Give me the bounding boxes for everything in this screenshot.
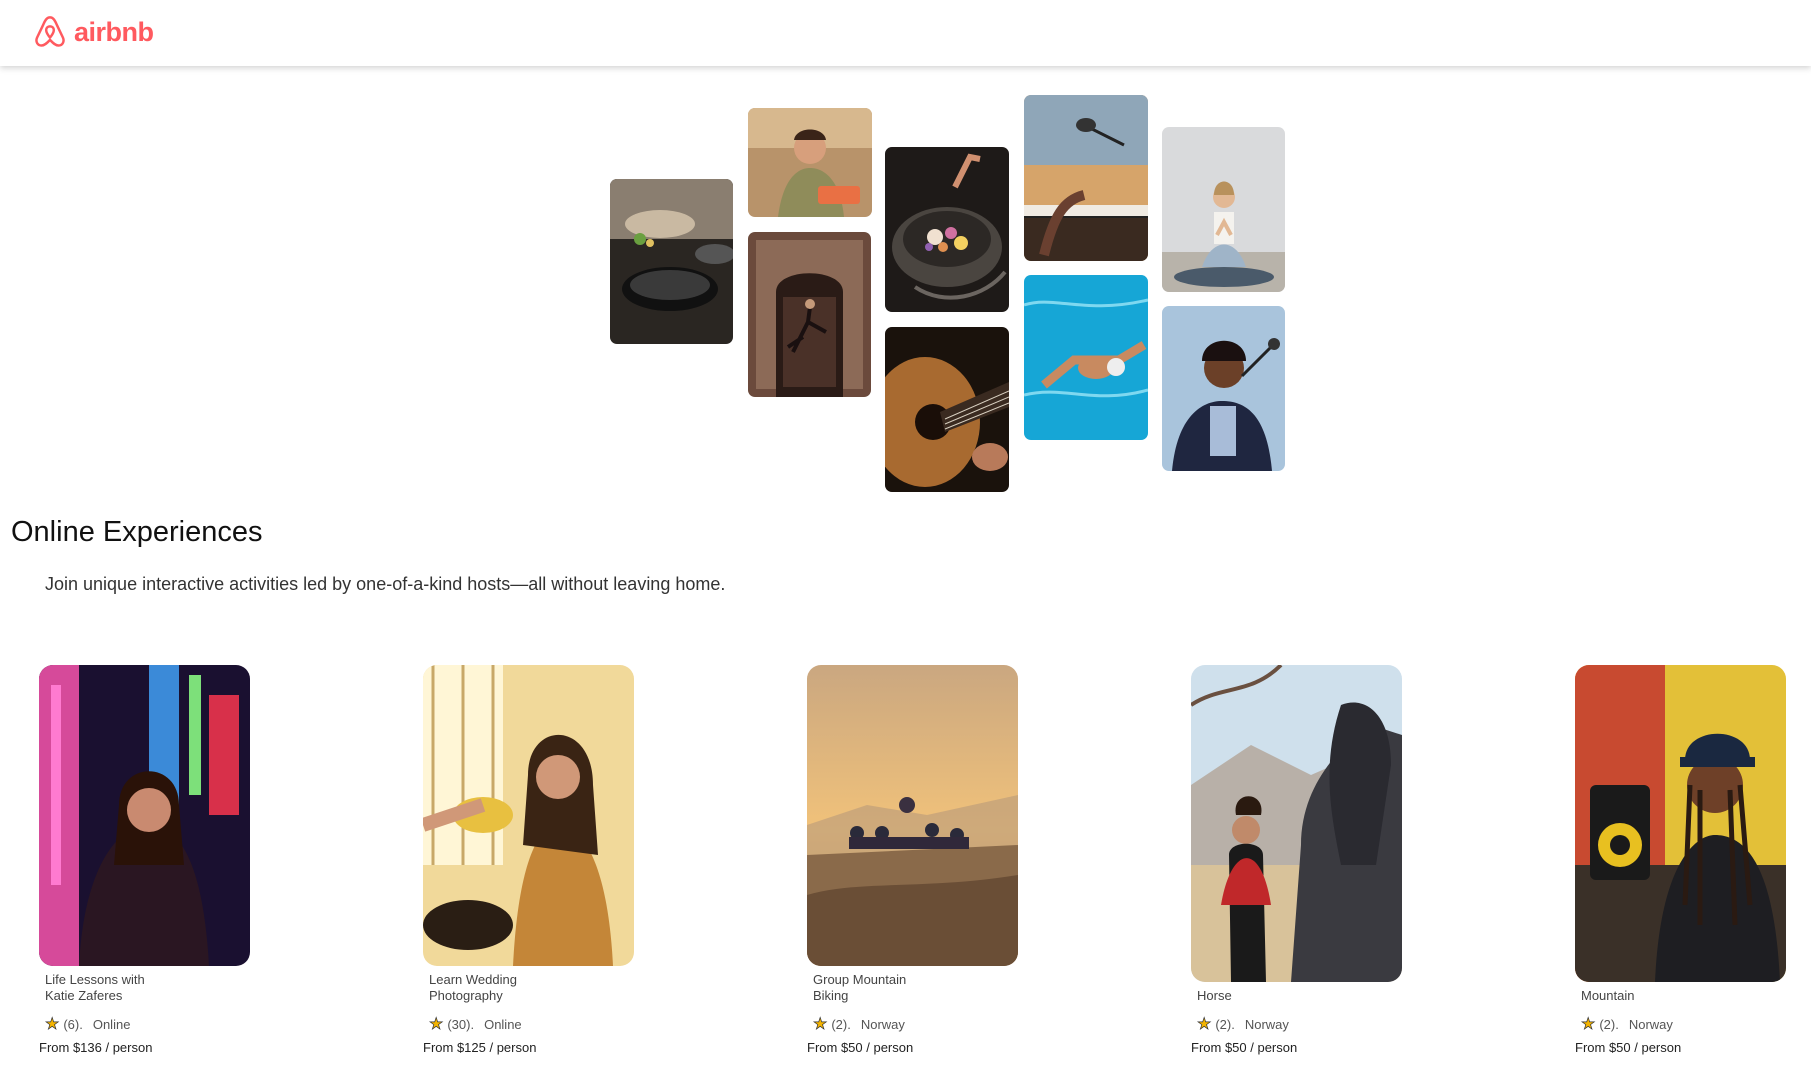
dancer-doorway-photo [748,232,871,397]
swimmer-photo [1024,275,1148,440]
card-price: From $50 / person [1191,1040,1298,1055]
star-icon: ★ [813,1016,828,1034]
star-icon: ★ [1197,1016,1212,1034]
card-meta: ★ (2). Norway [1581,1014,1805,1034]
experience-card-3[interactable]: Group Mountain Biking ★ (2). Norway From… [807,665,1037,1055]
card-meta: ★ (6). Online [45,1014,269,1034]
card-meta: ★ (30). Online [429,1014,653,1034]
card-location: Norway [1244,1016,1289,1032]
card-price: From $125 / person [423,1040,537,1055]
card-photo[interactable] [1191,665,1402,982]
card-title[interactable]: Learn Wedding Photography [429,972,549,1004]
card-photo[interactable] [39,665,250,966]
chef-woman-photo [748,108,872,217]
card-photo[interactable] [807,665,1018,966]
card-photo[interactable] [423,665,634,966]
star-icon: ★ [45,1016,60,1034]
card-photo[interactable] [1575,665,1786,982]
piano-microphone-photo [1024,95,1148,261]
experience-card-2[interactable]: Learn Wedding Photography ★ (30). Online… [423,665,653,1055]
card-title[interactable]: Mountain [1581,988,1701,1004]
cooking-pans-photo [610,179,733,344]
card-title[interactable]: Group Mountain Biking [813,972,933,1004]
section-subtitle: Join unique interactive activities led b… [45,574,726,594]
card-title[interactable]: Life Lessons with Katie Zaferes [45,972,165,1004]
star-icon: ★ [429,1016,444,1034]
brand-name: airbnb [74,16,154,47]
card-price: From $136 / person [39,1040,153,1055]
card-title[interactable]: Horse [1197,988,1317,1004]
top-navigation-bar: airbnb [0,0,1811,66]
card-meta: ★ (2). Norway [1197,1014,1421,1034]
airbnb-logo-link[interactable]: airbnb [32,14,154,50]
card-rating: (6). [63,1016,83,1032]
card-rating: (2). [1599,1016,1619,1032]
card-location: Online [92,1016,131,1032]
card-price: From $50 / person [807,1040,914,1055]
card-location: Norway [860,1016,905,1032]
card-location: Norway [1628,1016,1673,1032]
card-price: From $50 / person [1575,1040,1682,1055]
experience-card-1[interactable]: Life Lessons with Katie Zaferes ★ (6). O… [39,665,269,1055]
food-bowl-photo [885,147,1009,312]
singer-photo [1162,306,1285,471]
star-icon: ★ [1581,1016,1596,1034]
card-location: Online [484,1016,522,1032]
airbnb-logo-icon [35,16,65,47]
guitar-photo [885,327,1009,492]
experience-card-5[interactable]: Mountain ★ (2). Norway From $50 / person [1575,665,1805,1055]
yoga-photo [1162,127,1285,292]
card-rating: (2). [1215,1016,1235,1032]
card-rating: (2). [831,1016,851,1032]
section-title: Online Experiences [11,516,263,548]
experience-card-4[interactable]: Horse ★ (2). Norway From $50 / person [1191,665,1421,1055]
card-meta: ★ (2). Norway [813,1014,1037,1034]
card-rating: (30). [447,1016,475,1032]
